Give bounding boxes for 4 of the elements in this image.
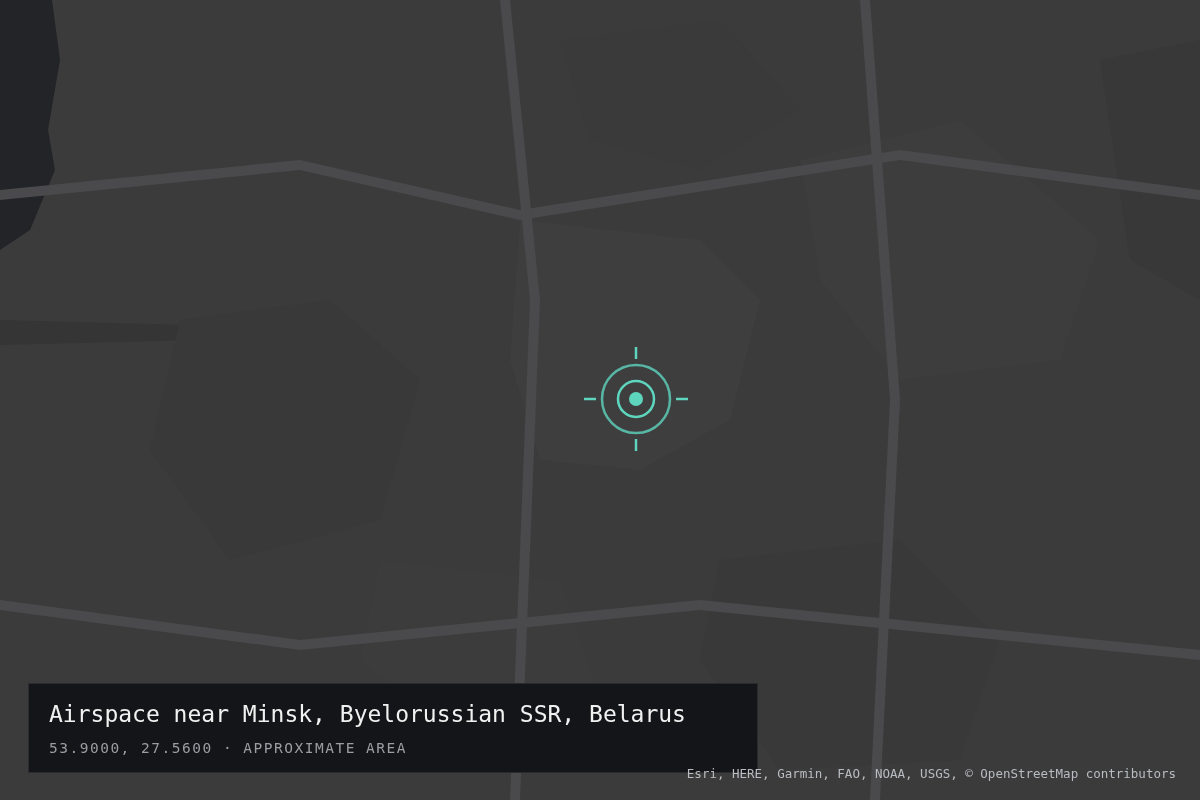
- location-title: Airspace near Minsk, Byelorussian SSR, Belarus: [49, 700, 687, 729]
- map-attribution: Esri, HERE, Garmin, FAO, NOAA, USGS, © OpenStreetMap contributors: [686, 765, 1176, 784]
- target-marker-icon: [584, 347, 688, 451]
- location-coordinates: 53.9000, 27.5600 · APPROXIMATE AREA: [49, 738, 409, 758]
